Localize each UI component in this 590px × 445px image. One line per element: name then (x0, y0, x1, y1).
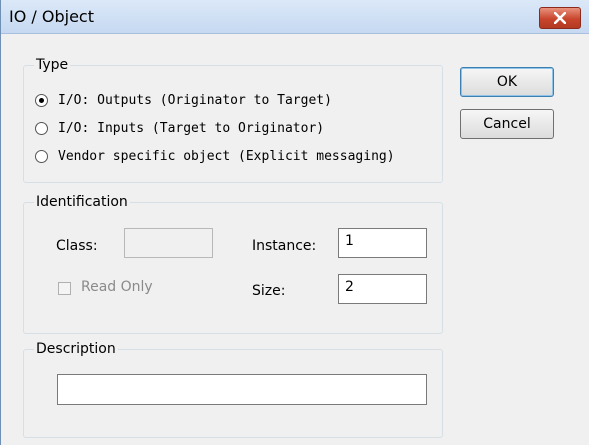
type-group-legend: Type (36, 57, 69, 73)
radio-outputs-button[interactable] (35, 94, 48, 107)
io-object-dialog: IO / Object Type I/O: Outputs (Originato… (0, 0, 589, 445)
size-label: Size: (252, 283, 286, 299)
class-field[interactable] (124, 228, 213, 258)
size-field[interactable]: 2 (338, 274, 427, 304)
identification-group: Identification (23, 194, 443, 334)
window-title: IO / Object (9, 7, 94, 26)
read-only-checkbox[interactable] (58, 282, 71, 295)
radio-inputs[interactable]: I/O: Inputs (Target to Originator) (35, 121, 324, 136)
instance-label: Instance: (252, 238, 317, 254)
instance-field[interactable]: 1 (338, 228, 427, 258)
class-label: Class: (56, 238, 98, 254)
dialog-body: Type I/O: Outputs (Originator to Target)… (1, 34, 589, 445)
radio-vendor-button[interactable] (35, 150, 48, 163)
close-button[interactable] (539, 7, 581, 29)
description-group-legend: Description (36, 341, 116, 357)
type-group: Type (23, 57, 443, 183)
radio-vendor-label: Vendor specific object (Explicit messagi… (58, 149, 395, 164)
radio-outputs[interactable]: I/O: Outputs (Originator to Target) (35, 93, 332, 108)
radio-vendor[interactable]: Vendor specific object (Explicit messagi… (35, 149, 395, 164)
radio-outputs-label: I/O: Outputs (Originator to Target) (58, 93, 332, 108)
radio-inputs-button[interactable] (35, 122, 48, 135)
cancel-button[interactable]: Cancel (460, 109, 554, 139)
read-only-label: Read Only (81, 279, 153, 295)
radio-inputs-label: I/O: Inputs (Target to Originator) (58, 121, 325, 136)
identification-group-legend: Identification (36, 194, 128, 210)
ok-button[interactable]: OK (460, 67, 554, 97)
title-bar[interactable]: IO / Object (1, 0, 589, 34)
close-icon (554, 12, 566, 24)
description-field[interactable] (57, 374, 427, 405)
